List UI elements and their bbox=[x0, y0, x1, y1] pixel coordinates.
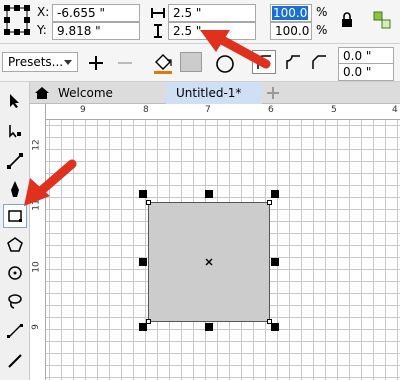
y-position-field[interactable]: 9.818 " bbox=[52, 22, 140, 40]
corner-node[interactable] bbox=[146, 200, 151, 205]
pointer-icon bbox=[10, 94, 19, 108]
scalloped-corner-icon[interactable] bbox=[282, 51, 304, 73]
ruler-label: 9 bbox=[30, 324, 41, 330]
shape-tool[interactable] bbox=[3, 120, 27, 142]
line-tool[interactable] bbox=[3, 350, 27, 372]
pick-tool[interactable] bbox=[3, 90, 27, 112]
ruler-label: 12 bbox=[31, 139, 42, 151]
chamfered-corner-icon[interactable] bbox=[308, 51, 330, 73]
ruler-label: 9 bbox=[80, 105, 86, 115]
scale-width-value: 100.0 bbox=[272, 6, 309, 20]
percent-label-width: % bbox=[316, 5, 328, 19]
selected-rectangle[interactable] bbox=[148, 202, 270, 322]
scale-height-field[interactable]: 100.0 bbox=[270, 22, 312, 40]
presets-dropdown[interactable]: Presets... bbox=[2, 52, 78, 72]
artistic-tool[interactable] bbox=[3, 178, 27, 200]
mirror-icon[interactable] bbox=[372, 10, 392, 30]
selection-handle[interactable] bbox=[205, 323, 213, 331]
selection-handle[interactable] bbox=[271, 258, 279, 266]
connector-tool[interactable] bbox=[3, 320, 27, 342]
width-field[interactable]: 2.5 " bbox=[168, 4, 256, 22]
corner-node[interactable] bbox=[146, 319, 151, 324]
rectangle-tool[interactable] bbox=[3, 204, 27, 228]
width-icon bbox=[151, 8, 165, 18]
y-label: Y: bbox=[37, 23, 47, 37]
object-origin-icon[interactable] bbox=[4, 5, 32, 35]
add-tab-icon[interactable] bbox=[266, 86, 280, 100]
ruler-label: 5 bbox=[331, 105, 337, 115]
selection-handle[interactable] bbox=[205, 190, 213, 198]
height-field[interactable]: 2.5 " bbox=[168, 22, 256, 40]
corner-node[interactable] bbox=[267, 319, 272, 324]
add-preset-icon[interactable] bbox=[87, 54, 105, 72]
connector-icon bbox=[7, 324, 23, 338]
ruler-label: 6 bbox=[268, 105, 274, 115]
ruler-label: 4 bbox=[392, 105, 398, 115]
round-corner-icon bbox=[257, 55, 271, 69]
ruler-label: 10 bbox=[31, 261, 42, 273]
polygon-icon bbox=[7, 237, 23, 252]
selection-handle[interactable] bbox=[271, 323, 279, 331]
line-icon bbox=[8, 354, 22, 368]
x-position-field[interactable]: -6.655 " bbox=[52, 4, 140, 22]
center-mark-icon bbox=[205, 258, 213, 266]
selection-handle[interactable] bbox=[139, 258, 147, 266]
height-icon bbox=[154, 24, 162, 38]
fill-bucket-icon[interactable] bbox=[152, 51, 174, 75]
presets-label: Presets... bbox=[8, 55, 64, 69]
x-label: X: bbox=[37, 5, 50, 19]
chevron-down-icon bbox=[64, 60, 72, 65]
scale-width-field[interactable]: 100.0 bbox=[270, 4, 312, 22]
line-node-icon bbox=[7, 153, 23, 169]
selection-handle[interactable] bbox=[271, 190, 279, 198]
ruler-label: 7 bbox=[205, 105, 211, 115]
fill-color-swatch[interactable] bbox=[180, 52, 202, 72]
remove-preset-icon[interactable] bbox=[116, 54, 134, 72]
corner-node[interactable] bbox=[267, 200, 272, 205]
percent-label-height: % bbox=[316, 23, 328, 37]
tab-untitled-1[interactable]: Untitled-1* bbox=[166, 82, 262, 104]
shape-edit-icon bbox=[9, 125, 21, 138]
ruler-label: 11 bbox=[31, 199, 42, 211]
rectangle-icon bbox=[8, 210, 22, 222]
lasso-icon bbox=[8, 294, 22, 309]
selection-handle[interactable] bbox=[139, 190, 147, 198]
freehand-tool[interactable] bbox=[3, 290, 27, 312]
lock-ratio-icon[interactable] bbox=[341, 12, 353, 28]
ellipse-icon bbox=[8, 266, 22, 280]
ellipse-tool[interactable] bbox=[3, 262, 27, 284]
tab-welcome-screen[interactable]: Welcome Screen bbox=[48, 82, 162, 122]
outline-icon[interactable] bbox=[214, 53, 236, 75]
polygon-tool[interactable] bbox=[3, 234, 27, 256]
pen-nib-icon bbox=[11, 181, 19, 197]
ruler-label: 8 bbox=[143, 105, 149, 115]
crop-tool[interactable] bbox=[3, 150, 27, 172]
round-corner-button[interactable] bbox=[252, 50, 276, 74]
selection-handle[interactable] bbox=[139, 323, 147, 331]
corner-radius-bottom-field[interactable]: 0.0 " bbox=[338, 63, 394, 81]
